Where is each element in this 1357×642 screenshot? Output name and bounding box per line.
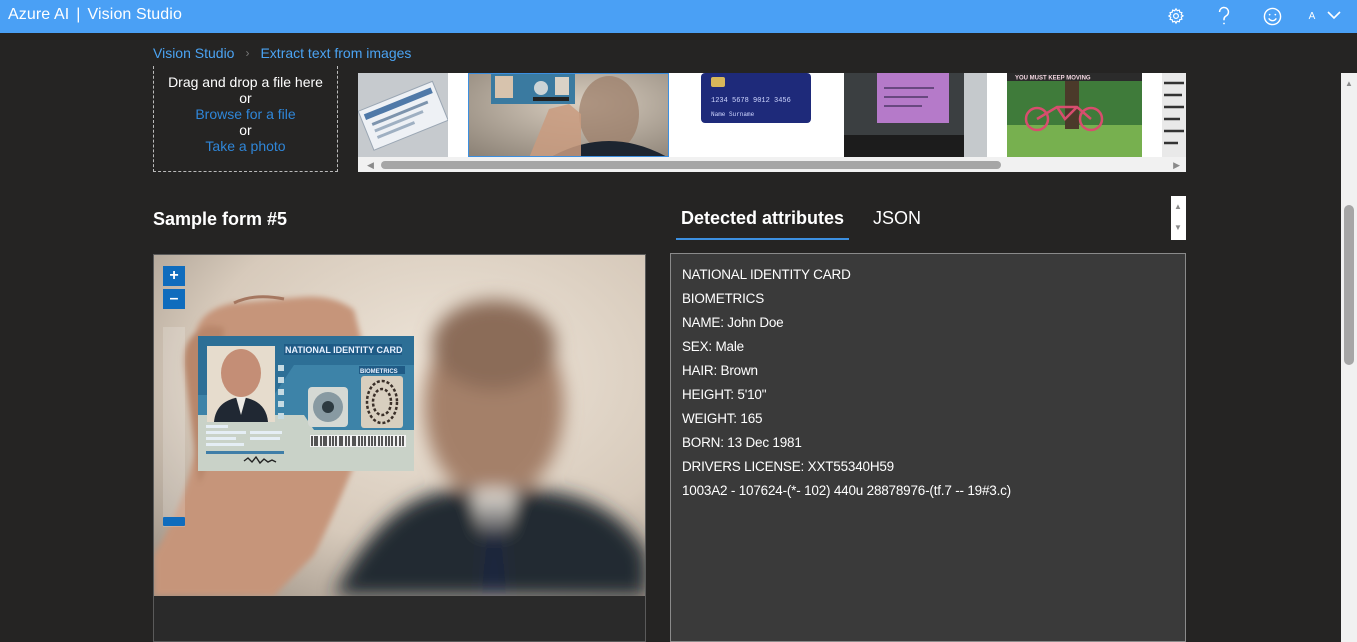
zoom-out-button[interactable]: – — [163, 289, 185, 309]
feedback-smiley-icon[interactable] — [1261, 5, 1283, 27]
tabs-scroll-control[interactable]: ▲ ▼ — [1171, 196, 1186, 240]
page-scroll-up-arrow-icon[interactable]: ▲ — [1345, 79, 1353, 88]
result-line: BIOMETRICS — [682, 291, 765, 306]
image-viewer[interactable]: NATIONAL IDENTITY CARD BIOMETRICS + – — [153, 254, 646, 642]
settings-icon[interactable] — [1165, 5, 1187, 27]
file-drop-zone[interactable]: Drag and drop a file here or Browse for … — [153, 66, 338, 172]
result-line: NAME: John Doe — [682, 315, 784, 330]
result-tabs: Detected attributes JSON — [676, 206, 945, 242]
result-line: NATIONAL IDENTITY CARD — [682, 267, 851, 282]
zoom-slider-track[interactable] — [163, 327, 185, 527]
brand-name: Azure AI — [8, 6, 70, 23]
sample-thumbnail-social-security[interactable] — [358, 73, 448, 157]
sample-title: Sample form #5 — [153, 209, 288, 229]
take-photo-link[interactable]: Take a photo — [154, 138, 337, 154]
sample-thumbnail-identity-card-selected[interactable] — [468, 73, 669, 157]
zoom-in-button[interactable]: + — [163, 266, 185, 286]
result-line: HAIR: Brown — [682, 363, 758, 378]
breadcrumb-item-vision-studio[interactable]: Vision Studio — [153, 45, 234, 61]
browse-file-link[interactable]: Browse for a file — [154, 106, 337, 122]
breadcrumb-item-extract-text[interactable]: Extract text from images — [260, 45, 411, 61]
scroll-down-arrow-icon[interactable]: ▼ — [1174, 223, 1182, 232]
sample-thumbnail-credit-card[interactable]: 1234 5678 9012 3456 Name Surname — [689, 73, 824, 157]
app-title: Vision Studio — [87, 6, 182, 23]
chevron-down-icon[interactable] — [1325, 6, 1343, 24]
zoom-slider-handle[interactable] — [163, 517, 185, 526]
credit-card-name: Name Surname — [711, 111, 755, 118]
result-line: 1003A2 - 107624-(*- 102) 440u 28878976-(… — [682, 483, 1011, 498]
brand-separator: | — [76, 6, 81, 23]
sample-thumbnail-bicycle-sign[interactable]: YOU MUST KEEP MOVING — [1007, 73, 1142, 157]
gallery-horizontal-scrollbar[interactable]: ◀ ▶ — [358, 157, 1186, 172]
detected-attributes-panel: NATIONAL IDENTITY CARD BIOMETRICS NAME: … — [670, 253, 1186, 642]
result-line: DRIVERS LICENSE: XXT55340H59 — [682, 459, 894, 474]
app-brand[interactable]: Azure AI | Vision Studio — [8, 6, 182, 24]
tab-json[interactable]: JSON — [868, 206, 926, 240]
sign-text: YOU MUST KEEP MOVING — [1015, 76, 1091, 82]
drag-drop-text: Drag and drop a file here — [168, 74, 323, 90]
sample-thumbnail-nutrition-label[interactable] — [1162, 73, 1186, 157]
page-scrollbar-thumb[interactable] — [1344, 205, 1354, 365]
avatar[interactable]: A — [1302, 7, 1322, 25]
gallery-scrollbar-thumb[interactable] — [381, 161, 1001, 169]
page-vertical-scrollbar[interactable]: ▲ — [1341, 73, 1357, 642]
result-line: WEIGHT: 165 — [682, 411, 763, 426]
result-line: SEX: Male — [682, 339, 744, 354]
credit-card-number: 1234 5678 9012 3456 — [711, 97, 791, 105]
sample-image-gallery: 1234 5678 9012 3456 Name Surname YOU MUS… — [358, 73, 1186, 172]
card-title-text: NATIONAL IDENTITY CARD — [285, 345, 403, 355]
breadcrumb-chevron-icon: › — [245, 46, 250, 60]
breadcrumb: Vision Studio › Extract text from images — [153, 45, 411, 61]
sample-image: NATIONAL IDENTITY CARD BIOMETRICS — [154, 255, 645, 596]
or-text: or — [239, 122, 252, 138]
scroll-up-arrow-icon[interactable]: ▲ — [1174, 202, 1182, 211]
scroll-right-arrow-icon[interactable]: ▶ — [1173, 160, 1180, 171]
card-biometrics-text: BIOMETRICS — [360, 369, 398, 375]
help-icon[interactable] — [1213, 5, 1235, 27]
scroll-left-arrow-icon[interactable]: ◀ — [367, 160, 374, 171]
tab-detected-attributes[interactable]: Detected attributes — [676, 206, 850, 240]
or-text: or — [239, 90, 252, 106]
result-line: HEIGHT: 5'10" — [682, 387, 767, 402]
result-line: BORN: 13 Dec 1981 — [682, 435, 802, 450]
top-bar: Azure AI | Vision Studio A — [0, 0, 1357, 33]
sample-thumbnail-sticky-note[interactable] — [844, 73, 987, 157]
